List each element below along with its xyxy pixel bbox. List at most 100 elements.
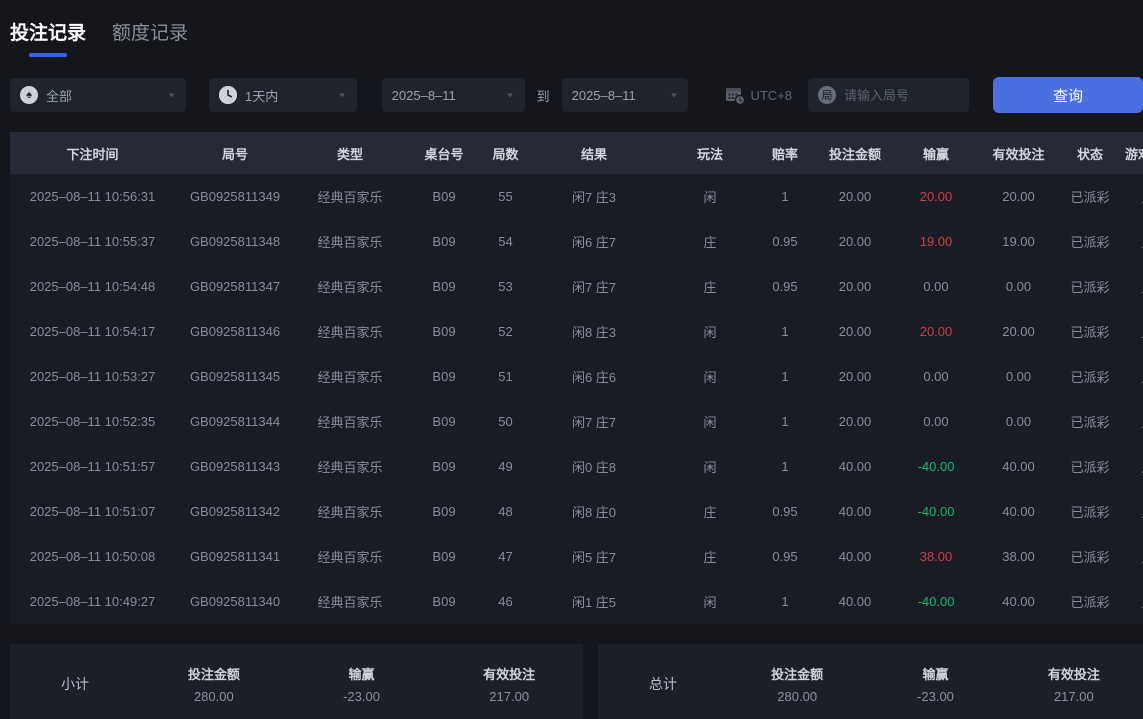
summary-stat-label: 有效投注 bbox=[435, 664, 583, 683]
column-header: 局号 bbox=[175, 132, 295, 174]
table-row: 2025–08–11 10:50:08GB0925811341经典百家乐B094… bbox=[10, 534, 1143, 579]
table-cell: 闲7 庄3 bbox=[528, 174, 660, 219]
table-cell: 19.00 bbox=[972, 219, 1065, 264]
table-cell: 经典百家乐 bbox=[295, 309, 405, 354]
column-header: 赔率 bbox=[760, 132, 810, 174]
active-tab-underline bbox=[29, 53, 67, 57]
table-cell: 入 bbox=[1115, 219, 1143, 264]
time-range-dropdown[interactable]: 1天内 ▼ bbox=[209, 78, 357, 112]
date-from-picker[interactable]: 2025–8–11 ▼ bbox=[382, 78, 525, 112]
top-tabs: 投注记录 额度记录 bbox=[0, 0, 1143, 60]
table-cell: 已派彩 bbox=[1065, 444, 1115, 489]
table-cell: 2025–08–11 10:56:31 bbox=[10, 174, 175, 219]
column-header: 投注金额 bbox=[810, 132, 900, 174]
date-to-picker[interactable]: 2025–8–11 ▼ bbox=[562, 78, 689, 112]
table-cell: 闲 bbox=[660, 399, 760, 444]
table-cell: 闲1 庄5 bbox=[528, 579, 660, 624]
clock-icon bbox=[219, 86, 237, 104]
table-cell: 经典百家乐 bbox=[295, 489, 405, 534]
table-cell: 40.00 bbox=[810, 489, 900, 534]
table-cell: 已派彩 bbox=[1065, 579, 1115, 624]
game-type-dropdown[interactable]: ♠ 全部 ▼ bbox=[10, 78, 186, 112]
table-cell: 48 bbox=[483, 489, 528, 534]
table-cell: 闲8 庄3 bbox=[528, 309, 660, 354]
table-cell: B09 bbox=[405, 489, 483, 534]
table-cell: 庄 bbox=[660, 489, 760, 534]
table-cell: 庄 bbox=[660, 534, 760, 579]
table-cell: 已派彩 bbox=[1065, 309, 1115, 354]
table-cell: 闲7 庄7 bbox=[528, 264, 660, 309]
to-label: 到 bbox=[537, 86, 550, 105]
table-body: 2025–08–11 10:56:31GB0925811349经典百家乐B095… bbox=[10, 174, 1143, 624]
table-cell: 庄 bbox=[660, 264, 760, 309]
table-cell: 已派彩 bbox=[1065, 174, 1115, 219]
subtotal-label: 小计 bbox=[10, 674, 140, 694]
table-cell: 入 bbox=[1115, 264, 1143, 309]
table-cell: 闲5 庄7 bbox=[528, 534, 660, 579]
table-cell: 2025–08–11 10:51:57 bbox=[10, 444, 175, 489]
calendar-clock-icon bbox=[724, 84, 746, 106]
table-cell: 闲 bbox=[660, 579, 760, 624]
table-cell: 50 bbox=[483, 399, 528, 444]
table-cell: 0.95 bbox=[760, 489, 810, 534]
table-cell: 经典百家乐 bbox=[295, 399, 405, 444]
table-cell: 2025–08–11 10:54:17 bbox=[10, 309, 175, 354]
column-header: 桌台号 bbox=[405, 132, 483, 174]
chevron-down-icon: ▼ bbox=[338, 91, 347, 99]
table-cell: 庄 bbox=[660, 219, 760, 264]
table-cell: B09 bbox=[405, 174, 483, 219]
betting-records-table: 下注时间局号类型桌台号局数结果玩法赔率投注金额输赢有效投注状态游戏 2025–0… bbox=[10, 132, 1143, 624]
table-cell: B09 bbox=[405, 354, 483, 399]
timezone-selector[interactable]: UTC+8 bbox=[724, 84, 792, 106]
table-cell: 闲6 庄6 bbox=[528, 354, 660, 399]
table-cell: GB0925811349 bbox=[175, 174, 295, 219]
summary-stat-value: -23.00 bbox=[866, 689, 1004, 704]
table-cell: 40.00 bbox=[810, 534, 900, 579]
table-cell: 闲 bbox=[660, 354, 760, 399]
table-cell: -40.00 bbox=[900, 489, 972, 534]
table-row: 2025–08–11 10:52:35GB0925811344经典百家乐B095… bbox=[10, 399, 1143, 444]
table-cell: 已派彩 bbox=[1065, 354, 1115, 399]
summary-stat-label: 投注金额 bbox=[728, 664, 866, 683]
table-cell: 0.00 bbox=[972, 264, 1065, 309]
tab-betting-records[interactable]: 投注记录 bbox=[10, 18, 86, 57]
table-cell: 40.00 bbox=[972, 489, 1065, 534]
column-header: 玩法 bbox=[660, 132, 760, 174]
table-row: 2025–08–11 10:53:27GB0925811345经典百家乐B095… bbox=[10, 354, 1143, 399]
column-header: 局数 bbox=[483, 132, 528, 174]
table-cell: 1 bbox=[760, 579, 810, 624]
table-cell: 闲 bbox=[660, 174, 760, 219]
table-cell: 40.00 bbox=[972, 579, 1065, 624]
table-cell: GB0925811343 bbox=[175, 444, 295, 489]
table-cell: 0.95 bbox=[760, 264, 810, 309]
table-cell: 入 bbox=[1115, 174, 1143, 219]
table-row: 2025–08–11 10:56:31GB0925811349经典百家乐B095… bbox=[10, 174, 1143, 219]
table-cell: 经典百家乐 bbox=[295, 264, 405, 309]
table-cell: 经典百家乐 bbox=[295, 444, 405, 489]
round-search-field[interactable]: 局 bbox=[808, 78, 969, 112]
search-button[interactable]: 查询 bbox=[993, 77, 1143, 113]
table-cell: 20.00 bbox=[900, 309, 972, 354]
tab-label: 额度记录 bbox=[112, 18, 188, 45]
summary-stat-value: 280.00 bbox=[728, 689, 866, 704]
table-cell: 40.00 bbox=[810, 444, 900, 489]
table-row: 2025–08–11 10:49:27GB0925811340经典百家乐B094… bbox=[10, 579, 1143, 624]
timezone-value: UTC+8 bbox=[750, 88, 792, 103]
tab-quota-records[interactable]: 额度记录 bbox=[112, 18, 188, 57]
summary-section: 小计 投注金额280.00输赢-23.00有效投注217.00 总计 投注金额2… bbox=[10, 644, 1143, 719]
table-cell: B09 bbox=[405, 219, 483, 264]
table-row: 2025–08–11 10:51:07GB0925811342经典百家乐B094… bbox=[10, 489, 1143, 534]
table-cell: 49 bbox=[483, 444, 528, 489]
round-number-input[interactable] bbox=[844, 88, 959, 103]
chevron-down-icon: ▼ bbox=[506, 91, 515, 99]
table-cell: 入 bbox=[1115, 354, 1143, 399]
summary-stat: 有效投注217.00 bbox=[1005, 664, 1143, 704]
summary-stat-value: 217.00 bbox=[435, 689, 583, 704]
table-cell: GB0925811341 bbox=[175, 534, 295, 579]
table-cell: 47 bbox=[483, 534, 528, 579]
table-cell: 0.95 bbox=[760, 534, 810, 579]
table-cell: 入 bbox=[1115, 309, 1143, 354]
table-cell: 53 bbox=[483, 264, 528, 309]
table-cell: 经典百家乐 bbox=[295, 579, 405, 624]
table-cell: 0.00 bbox=[972, 399, 1065, 444]
